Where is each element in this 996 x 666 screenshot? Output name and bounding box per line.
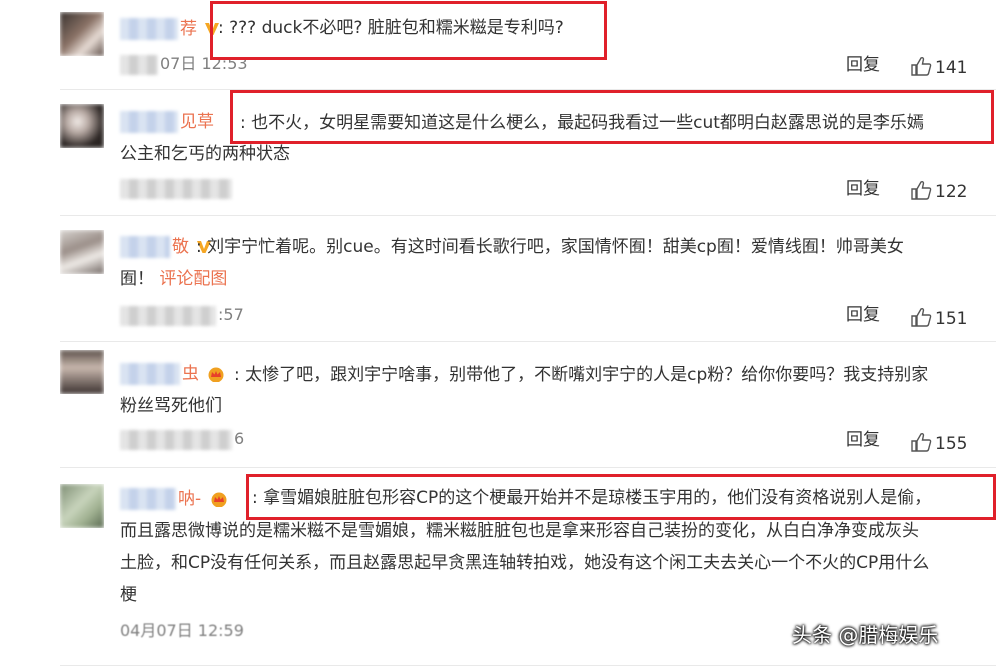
crown-icon xyxy=(208,367,224,382)
reply-button[interactable]: 回复 xyxy=(846,178,880,200)
highlight-box xyxy=(210,1,607,60)
user-name[interactable]: 荐 xyxy=(120,17,220,41)
comment-text-line: 粉丝骂死他们 xyxy=(120,396,222,416)
comment-text-line: 土脸，和CP没有任何关系，而且赵露思起早贪黑连轴转拍戏，她没有这个闲工夫去关心一… xyxy=(120,553,930,573)
avatar[interactable] xyxy=(60,230,104,274)
like-button[interactable]: 151 xyxy=(910,307,967,329)
like-button[interactable]: 155 xyxy=(910,432,967,454)
highlight-box xyxy=(246,474,996,520)
user-name[interactable]: 见草 xyxy=(120,110,214,134)
comment-time: :57 xyxy=(120,304,244,326)
reply-button[interactable]: 回复 xyxy=(846,304,880,326)
comment-time: 04月07日 12:59 xyxy=(120,621,244,640)
comment-text: : 太惨了吧，跟刘宇宁啥事，别带他了，不断嘴刘宇宁的人是cp粉？给你你要吗？我支… xyxy=(234,365,929,385)
comment-text: : 刘宇宁忙着呢。别cue。有这时间看长歌行吧，家国情怀囿！甜美cp囿！爱情线囿… xyxy=(196,237,904,257)
comment-text-line: 囿！ 评论配图 xyxy=(120,269,228,289)
avatar[interactable] xyxy=(60,104,104,148)
thumb-up-icon xyxy=(911,180,932,200)
avatar[interactable] xyxy=(60,484,104,528)
avatar[interactable] xyxy=(60,350,104,394)
avatar[interactable] xyxy=(60,12,104,56)
comment-text-line: 而且露思微博说的是糯米糍不是雪媚娘，糯米糍脏脏包也是拿来形容自己装扮的变化，从白… xyxy=(120,521,919,541)
thumb-up-icon xyxy=(911,56,932,76)
image-link[interactable]: 评论配图 xyxy=(159,269,227,289)
comment-text-line: 梗 xyxy=(120,585,137,605)
highlight-box xyxy=(230,90,994,144)
comment-item: 敬 : 刘宇宁忙着呢。别cue。有这时间看长歌行吧，家国情怀囿！甜美cp囿！爱情… xyxy=(0,216,996,342)
like-button[interactable]: 122 xyxy=(910,180,967,202)
comment-item: 虫 : 太惨了吧，跟刘宇宁啥事，别带他了，不断嘴刘宇宁的人是cp粉？给你你要吗？… xyxy=(0,342,996,468)
reply-button[interactable]: 回复 xyxy=(846,429,880,451)
comment-time xyxy=(120,177,234,199)
reply-button[interactable]: 回复 xyxy=(846,54,880,76)
thumb-up-icon xyxy=(911,307,932,327)
like-button[interactable]: 141 xyxy=(910,56,967,78)
watermark: 头条 @腊梅娱乐 xyxy=(792,623,939,647)
comment-time: 6 xyxy=(120,428,244,450)
crown-icon xyxy=(211,492,227,507)
user-name[interactable]: 虫 xyxy=(120,362,225,386)
thumb-up-icon xyxy=(911,432,932,452)
user-name[interactable]: 呐- xyxy=(120,487,228,511)
